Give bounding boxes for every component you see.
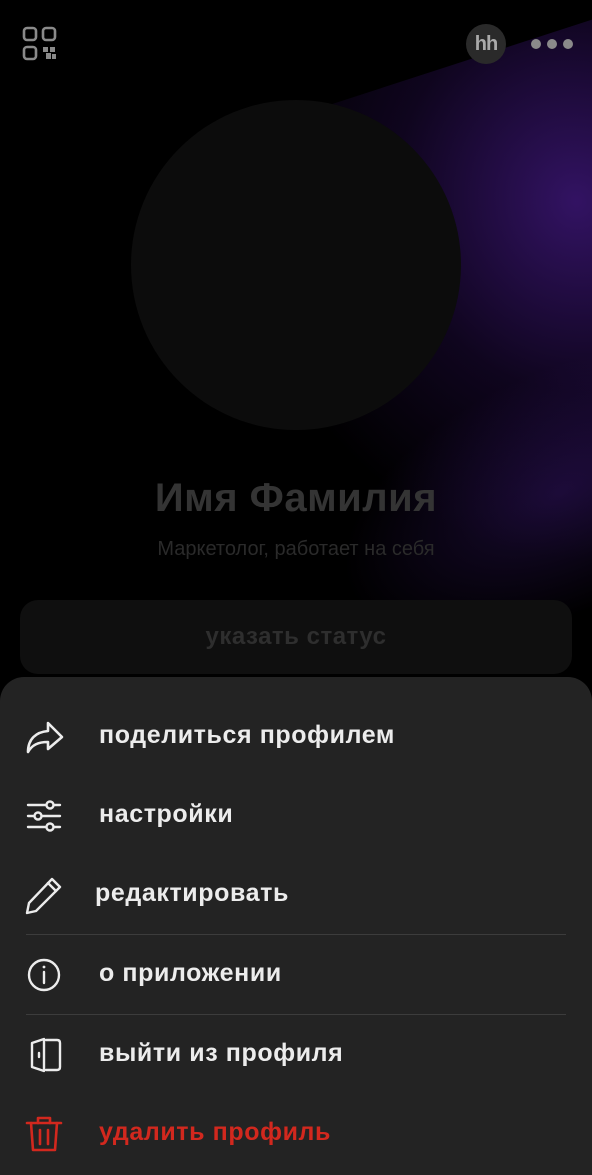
trash-icon — [24, 1114, 64, 1154]
set-status-button[interactable]: указать статус — [20, 600, 572, 674]
logout-icon — [24, 1035, 64, 1075]
share-icon — [24, 717, 64, 757]
info-icon — [24, 955, 64, 995]
settings-label: настройки — [99, 800, 234, 828]
menu-divider — [26, 934, 566, 935]
avatar[interactable] — [131, 100, 461, 430]
sliders-icon — [24, 796, 64, 836]
edit-label: редактировать — [95, 879, 289, 907]
share-profile-item[interactable]: поделиться профилем — [0, 699, 592, 771]
logout-label: выйти из профиля — [99, 1039, 344, 1067]
settings-item[interactable]: настройки — [0, 778, 592, 850]
profile-subtitle: Маркетолог, работает на себя — [157, 538, 435, 560]
delete-profile-label: удалить профиль — [99, 1118, 331, 1146]
menu-divider — [26, 1014, 566, 1015]
top-bar: hh — [0, 0, 592, 90]
pencil-icon — [24, 875, 64, 915]
more-options-icon[interactable] — [528, 36, 576, 52]
qr-code-icon[interactable] — [22, 26, 58, 62]
logout-item[interactable]: выйти из профиля — [0, 1017, 592, 1089]
about-app-label: о приложении — [99, 959, 282, 987]
profile-name: Имя Фамилия — [154, 476, 438, 520]
profile-actions-sheet: поделиться профилем настройки редактиров… — [0, 677, 592, 1175]
about-app-item[interactable]: о приложении — [0, 937, 592, 1009]
profile-screen: hh Имя Фамилия Маркетолог, работает на с… — [0, 0, 592, 1175]
edit-item[interactable]: редактировать — [0, 857, 592, 929]
share-profile-label: поделиться профилем — [99, 721, 396, 749]
delete-profile-item[interactable]: удалить профиль — [0, 1096, 592, 1168]
hh-logo-badge[interactable]: hh — [466, 24, 506, 64]
